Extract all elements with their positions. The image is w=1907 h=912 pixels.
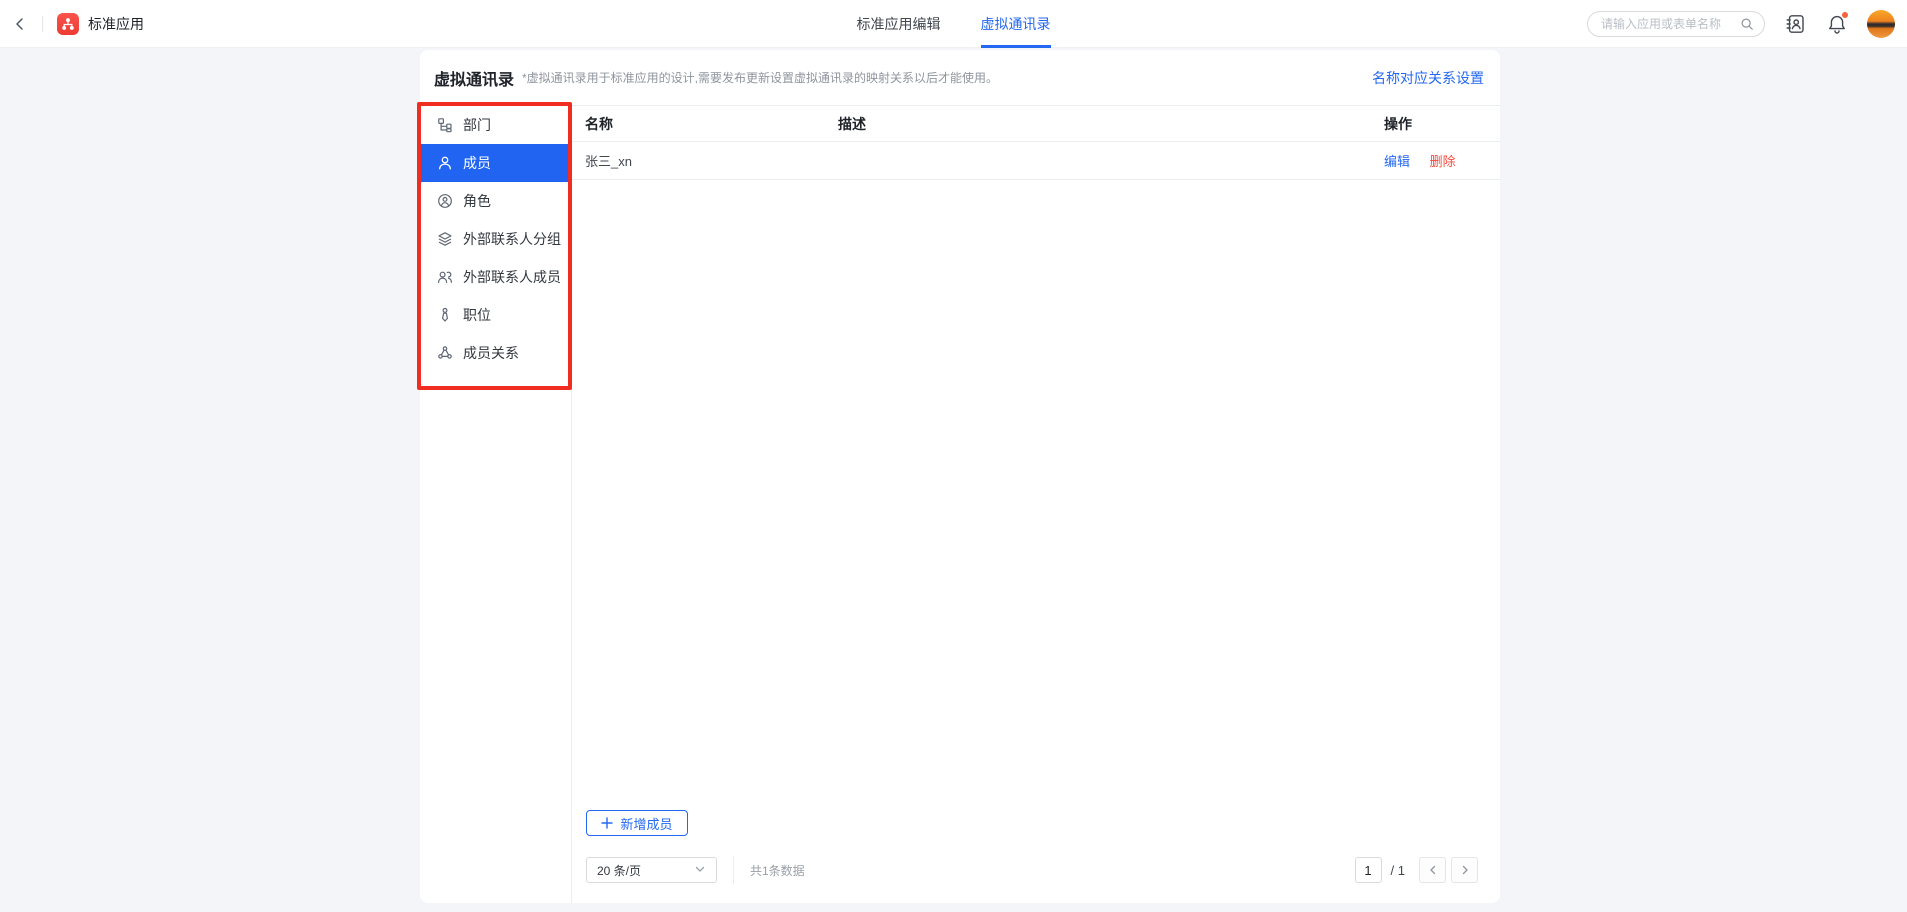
pager-divider <box>733 856 734 884</box>
pager-controls: / 1 <box>1355 857 1478 883</box>
add-member-button[interactable]: 新增成员 <box>586 810 688 836</box>
back-button[interactable] <box>0 0 40 48</box>
sidebar-item-external-contact-group[interactable]: 外部联系人分组 <box>420 220 571 258</box>
chevron-right-icon <box>1459 864 1471 876</box>
sidebar-item-label: 成员关系 <box>463 343 519 363</box>
pagination-bar: 20 条/页 共1条数据 / 1 <box>586 856 1478 884</box>
virtual-contacts-panel: 虚拟通讯录 *虚拟通讯录用于标准应用的设计,需要发布更新设置虚拟通讯录的映射关系… <box>420 50 1500 903</box>
topbar: 标准应用 标准应用编辑 虚拟通讯录 <box>0 0 1907 48</box>
sidebar-item-role[interactable]: 角色 <box>420 182 571 220</box>
relation-icon <box>437 345 453 361</box>
delete-link[interactable]: 删除 <box>1430 154 1456 169</box>
row-actions-cell: 编辑 删除 <box>1384 151 1472 170</box>
add-member-label: 新增成员 <box>620 814 672 833</box>
member-name-cell: 张三_xn <box>585 151 838 170</box>
total-count-label: 共1条数据 <box>750 862 805 879</box>
edit-link[interactable]: 编辑 <box>1384 154 1410 169</box>
panel-header: 虚拟通讯录 *虚拟通讯录用于标准应用的设计,需要发布更新设置虚拟通讯录的映射关系… <box>420 50 1500 105</box>
sidebar-item-label: 外部联系人成员 <box>463 267 561 287</box>
sidebar-item-label: 角色 <box>463 191 491 211</box>
tab-virtual-contacts[interactable]: 虚拟通讯录 <box>981 0 1051 48</box>
layers-icon <box>437 231 453 247</box>
users-icon <box>437 269 453 285</box>
column-header-name: 名称 <box>585 114 838 134</box>
next-page-button[interactable] <box>1451 857 1478 883</box>
tab-standard-app-edit[interactable]: 标准应用编辑 <box>857 0 941 48</box>
topbar-divider <box>42 16 43 32</box>
chevron-left-icon <box>1427 864 1439 876</box>
role-icon <box>437 193 453 209</box>
contacts-book-icon[interactable] <box>1785 13 1807 35</box>
page-title: 虚拟通讯录 <box>434 66 514 90</box>
notification-badge <box>1841 11 1849 19</box>
plus-icon <box>601 817 613 829</box>
tie-icon <box>437 307 453 323</box>
sidebar-item-label: 职位 <box>463 305 491 325</box>
member-table-area: 名称 描述 操作 张三_xn 编辑 删除 新增成员 <box>572 105 1500 903</box>
user-icon <box>437 155 453 171</box>
table-header-row: 名称 描述 操作 <box>572 105 1500 142</box>
search-icon[interactable] <box>1740 17 1754 31</box>
table-row: 张三_xn 编辑 删除 <box>572 142 1500 180</box>
app-logo-icon <box>57 13 79 35</box>
sidebar-item-label: 成员 <box>463 153 491 173</box>
page-number-input[interactable] <box>1355 857 1382 883</box>
sidebar-item-member[interactable]: 成员 <box>420 144 571 182</box>
column-header-description: 描述 <box>838 114 1384 134</box>
page-total-label: / 1 <box>1391 863 1405 878</box>
global-search[interactable] <box>1587 11 1765 37</box>
topbar-right <box>1587 0 1895 48</box>
sidebar-item-member-relation[interactable]: 成员关系 <box>420 334 571 372</box>
table-empty-space <box>572 180 1500 810</box>
contacts-sidebar: 部门 成员 <box>420 105 572 903</box>
org-tree-icon <box>437 117 453 133</box>
app-title: 标准应用 <box>88 14 144 34</box>
sidebar-item-label: 部门 <box>463 115 491 135</box>
chevron-left-icon <box>12 16 28 32</box>
name-mapping-settings-link[interactable]: 名称对应关系设置 <box>1372 68 1484 88</box>
sidebar-item-department[interactable]: 部门 <box>420 106 571 144</box>
prev-page-button[interactable] <box>1419 857 1446 883</box>
column-header-actions: 操作 <box>1384 114 1472 134</box>
panel-body: 部门 成员 <box>420 105 1500 903</box>
notification-bell-icon[interactable] <box>1827 14 1847 34</box>
search-input[interactable] <box>1601 17 1740 31</box>
sidebar-item-external-contact-member[interactable]: 外部联系人成员 <box>420 258 571 296</box>
page-size-select[interactable]: 20 条/页 <box>586 857 717 883</box>
topbar-tabs: 标准应用编辑 虚拟通讯录 <box>857 0 1051 48</box>
chevron-down-icon <box>694 863 706 878</box>
page-size-value: 20 条/页 <box>597 862 641 879</box>
page-subtitle: *虚拟通讯录用于标准应用的设计,需要发布更新设置虚拟通讯录的映射关系以后才能使用… <box>522 69 998 86</box>
sidebar-item-label: 外部联系人分组 <box>463 229 561 249</box>
user-avatar[interactable] <box>1867 10 1895 38</box>
sidebar-item-position[interactable]: 职位 <box>420 296 571 334</box>
